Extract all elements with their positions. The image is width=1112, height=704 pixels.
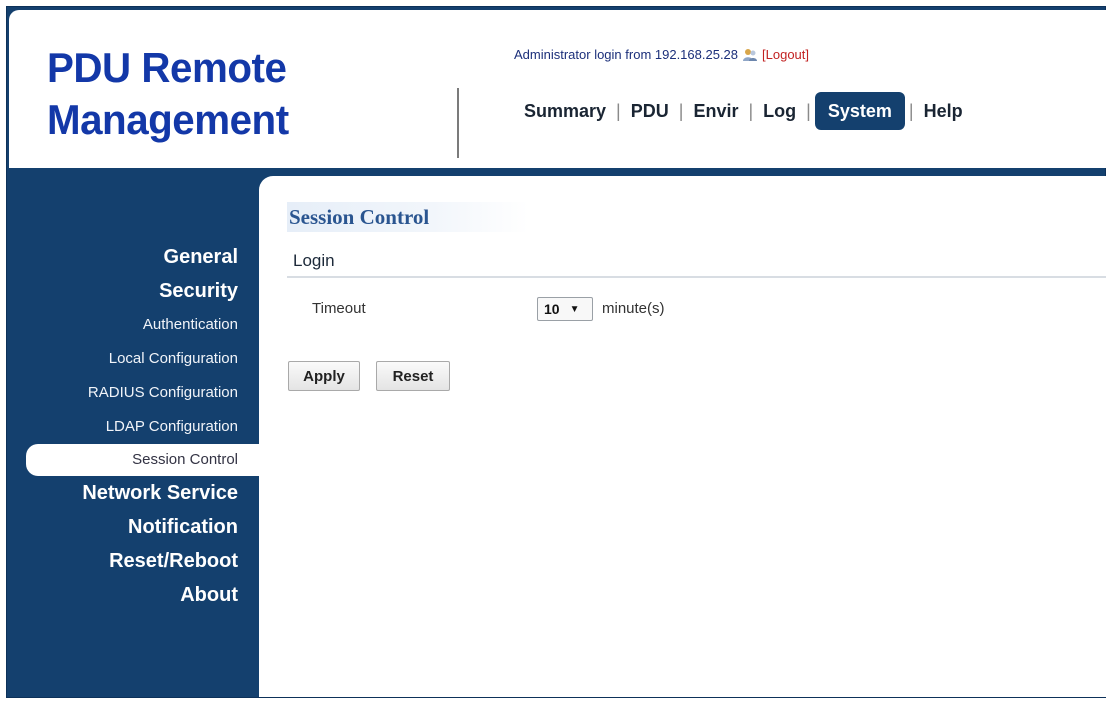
timeout-value: 10: [544, 301, 560, 317]
tab-summary[interactable]: Summary: [514, 101, 616, 122]
sidebar-item-reset-reboot[interactable]: Reset/Reboot: [6, 544, 260, 578]
user-icon: [742, 48, 758, 62]
sidebar-item-security[interactable]: Security: [6, 274, 260, 308]
sidebar-item-authentication[interactable]: Authentication: [6, 308, 260, 342]
login-status: Administrator login from 192.168.25.28 […: [514, 47, 809, 62]
sidebar-item-radius-configuration[interactable]: RADIUS Configuration: [6, 376, 260, 410]
logo: PDU Remote Management: [47, 42, 289, 146]
tab-pdu[interactable]: PDU: [621, 101, 679, 122]
logo-line-1: PDU Remote: [47, 44, 287, 91]
nav-separator: |: [806, 100, 811, 121]
admin-login-text: Administrator login from 192.168.25.28: [514, 47, 739, 62]
sidebar-item-ldap-configuration[interactable]: LDAP Configuration: [6, 410, 260, 444]
header-divider: [457, 88, 459, 158]
timeout-label: Timeout: [312, 300, 366, 317]
sidebar: General Security Authentication Local Confi…: [6, 240, 260, 612]
logo-line-2: Management: [47, 96, 289, 143]
section-heading-login: Login: [293, 251, 335, 270]
section-divider: [287, 276, 1106, 278]
tab-help[interactable]: Help: [914, 101, 973, 122]
tab-system[interactable]: System: [814, 92, 905, 130]
chevron-down-icon: ▼: [569, 303, 580, 315]
top-navigation: Summary | PDU | Envir | Log | System | Help: [514, 92, 973, 130]
sidebar-item-general[interactable]: General: [6, 240, 260, 274]
logout-link[interactable]: [Logout]: [762, 47, 809, 62]
timeout-unit: minute(s): [602, 300, 665, 317]
sidebar-item-session-control[interactable]: Session Control: [26, 444, 260, 476]
apply-button[interactable]: Apply: [288, 361, 360, 391]
sidebar-item-notification[interactable]: Notification: [6, 510, 260, 544]
header: PDU Remote Management Administrator logi…: [9, 10, 1106, 168]
sidebar-item-network-service[interactable]: Network Service: [6, 476, 260, 510]
page-title: Session Control: [287, 202, 529, 232]
sidebar-item-about[interactable]: About: [6, 578, 260, 612]
tab-envir[interactable]: Envir: [683, 101, 748, 122]
sidebar-item-local-configuration[interactable]: Local Configuration: [6, 342, 260, 376]
main-content: Session Control Login Timeout 10 ▼ minut…: [259, 176, 1106, 697]
timeout-select[interactable]: 10 ▼: [537, 297, 593, 321]
reset-button[interactable]: Reset: [376, 361, 450, 391]
tab-log[interactable]: Log: [753, 101, 806, 122]
